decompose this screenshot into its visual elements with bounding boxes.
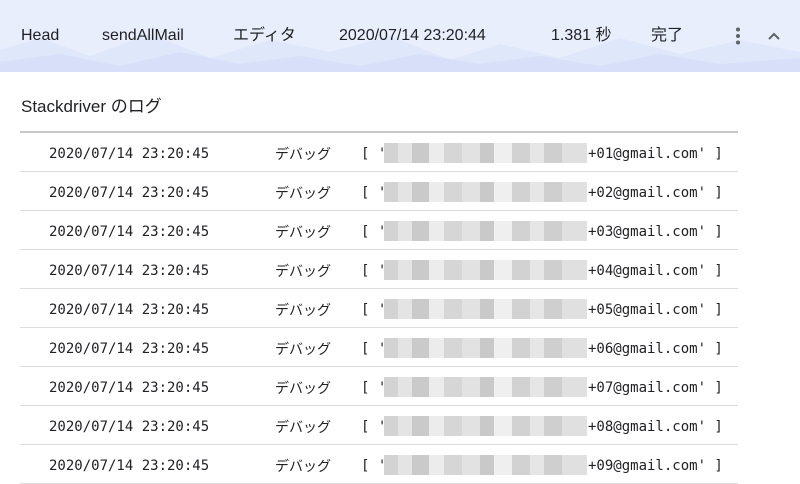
chevron-up-icon[interactable] <box>764 24 784 48</box>
log-level: デバッグ <box>275 224 331 240</box>
header-trigger: エディタ <box>233 27 296 44</box>
redacted-email-block <box>384 260 587 280</box>
log-timestamp: 2020/07/14 23:20:45 <box>49 380 210 396</box>
log-message-open: [ ' <box>361 302 387 318</box>
redacted-email-block <box>384 299 587 319</box>
log-message-open: [ ' <box>361 185 387 201</box>
log-message: +01@gmail.com' ] <box>588 146 723 162</box>
header-status: 完了 <box>651 27 684 44</box>
log-message: +07@gmail.com' ] <box>588 380 723 396</box>
redacted-email-block <box>384 221 587 241</box>
log-row: 2020/07/14 23:20:45 デバッグ [ ' +07@gmail.com'… <box>20 367 738 406</box>
log-level: デバッグ <box>275 458 331 474</box>
log-message-open: [ ' <box>361 419 387 435</box>
log-row: 2020/07/14 23:20:45 デバッグ [ ' +04@gmail.com'… <box>20 250 738 289</box>
log-level: デバッグ <box>275 380 331 396</box>
log-timestamp: 2020/07/14 23:20:45 <box>49 458 210 474</box>
log-message: +03@gmail.com' ] <box>588 224 723 240</box>
redacted-email-block <box>384 455 587 475</box>
log-level: デバッグ <box>275 419 331 435</box>
log-level: デバッグ <box>275 146 331 162</box>
log-timestamp: 2020/07/14 23:20:45 <box>49 263 210 279</box>
log-row: 2020/07/14 23:20:45 デバッグ [ ' +01@gmail.com'… <box>20 133 738 172</box>
header-duration: 1.381 秒 <box>551 27 612 44</box>
logs-section-title: Stackdriver のログ <box>21 97 162 116</box>
log-timestamp: 2020/07/14 23:20:45 <box>49 185 210 201</box>
log-timestamp: 2020/07/14 23:20:45 <box>49 146 210 162</box>
log-message: +05@gmail.com' ] <box>588 302 723 318</box>
log-level: デバッグ <box>275 341 331 357</box>
log-row: 2020/07/14 23:20:45 デバッグ [ ' +08@gmail.com'… <box>20 406 738 445</box>
log-message: +04@gmail.com' ] <box>588 263 723 279</box>
log-message: +08@gmail.com' ] <box>588 419 723 435</box>
redacted-email-block <box>384 377 587 397</box>
log-message-open: [ ' <box>361 341 387 357</box>
log-timestamp: 2020/07/14 23:20:45 <box>49 302 210 318</box>
log-message-open: [ ' <box>361 146 387 162</box>
more-vert-icon[interactable] <box>728 24 748 48</box>
redacted-email-block <box>384 182 587 202</box>
header-type: Head <box>21 27 60 44</box>
log-message-open: [ ' <box>361 380 387 396</box>
log-timestamp: 2020/07/14 23:20:45 <box>49 224 210 240</box>
redacted-email-block <box>384 143 587 163</box>
log-level: デバッグ <box>275 302 331 318</box>
log-row: 2020/07/14 23:20:45 デバッグ [ ' +06@gmail.com'… <box>20 328 738 367</box>
log-level: デバッグ <box>275 263 331 279</box>
log-row: 2020/07/14 23:20:45 デバッグ [ ' +05@gmail.com'… <box>20 289 738 328</box>
log-message: +09@gmail.com' ] <box>588 458 723 474</box>
log-message: +06@gmail.com' ] <box>588 341 723 357</box>
log-message: +02@gmail.com' ] <box>588 185 723 201</box>
log-message-open: [ ' <box>361 263 387 279</box>
execution-header-row[interactable]: Head sendAllMail エディタ 2020/07/14 23:20:4… <box>0 0 800 72</box>
log-level: デバッグ <box>275 185 331 201</box>
log-row: 2020/07/14 23:20:45 デバッグ [ ' +09@gmail.com'… <box>20 445 738 484</box>
header-function-name: sendAllMail <box>102 27 184 44</box>
log-message-open: [ ' <box>361 224 387 240</box>
log-row: 2020/07/14 23:20:45 デバッグ [ ' +03@gmail.com'… <box>20 211 738 250</box>
header-start-time: 2020/07/14 23:20:44 <box>339 27 486 44</box>
redacted-email-block <box>384 416 587 436</box>
redacted-email-block <box>384 338 587 358</box>
log-message-open: [ ' <box>361 458 387 474</box>
log-timestamp: 2020/07/14 23:20:45 <box>49 341 210 357</box>
log-table: 2020/07/14 23:20:45 デバッグ [ ' +01@gmail.com'… <box>20 133 738 484</box>
log-timestamp: 2020/07/14 23:20:45 <box>49 419 210 435</box>
log-row: 2020/07/14 23:20:45 デバッグ [ ' +02@gmail.com'… <box>20 172 738 211</box>
